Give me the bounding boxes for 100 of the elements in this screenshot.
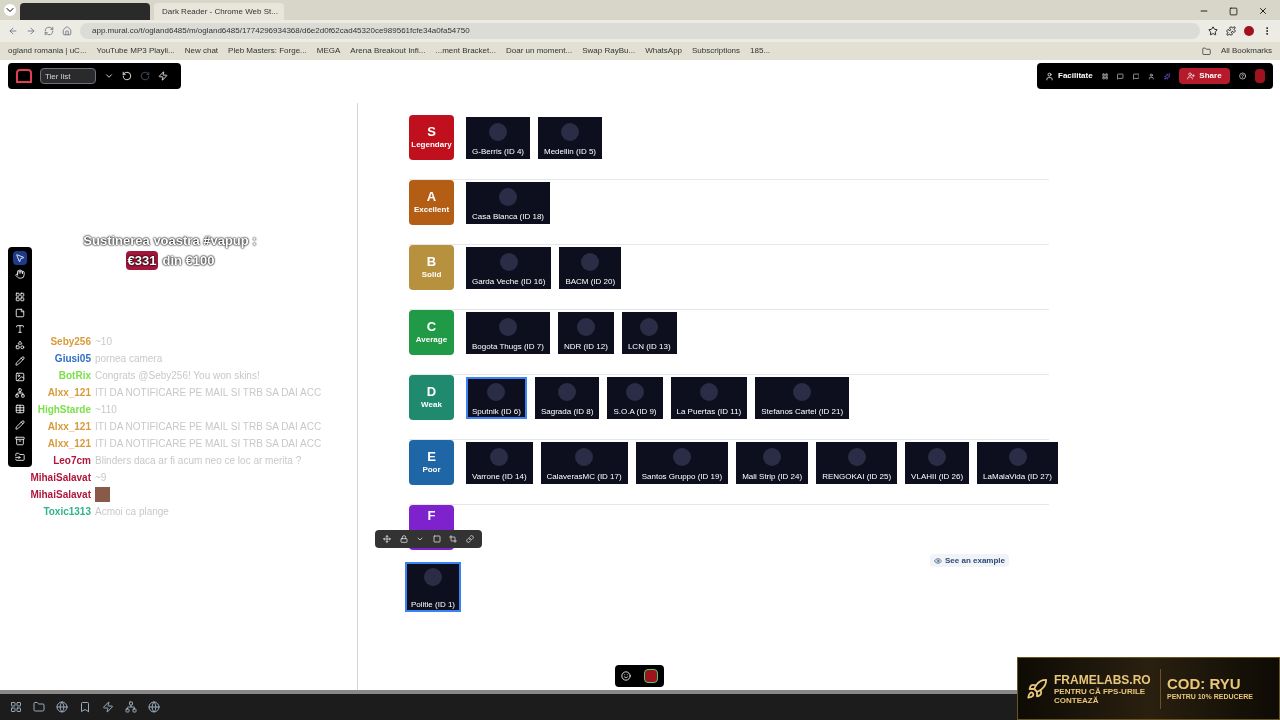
folder-icon[interactable] — [1201, 46, 1211, 56]
tier-label: Average — [415, 334, 448, 346]
bookmark-link[interactable]: YouTube MP3 Playli... — [96, 45, 175, 57]
taskbar-app-icon[interactable] — [79, 701, 91, 713]
logo-card[interactable]: Varrone (ID 14) — [466, 442, 533, 484]
smiley-icon[interactable] — [621, 671, 632, 681]
logo-name: Medellin (ID 5) — [544, 147, 596, 156]
link-icon[interactable] — [465, 535, 474, 543]
bookmark-link[interactable]: 185... — [750, 45, 771, 57]
comment-icon[interactable] — [1117, 71, 1124, 81]
facilitate-button[interactable]: Facilitate — [1045, 70, 1093, 82]
taskbar-app-icon[interactable] — [10, 701, 22, 713]
frame-icon[interactable] — [432, 535, 441, 543]
tool-icon[interactable] — [15, 404, 25, 414]
tool-icon[interactable] — [15, 292, 25, 302]
bookmark-link[interactable]: MEGA — [316, 45, 341, 57]
browser-tab[interactable]: Dark Reader - Chrome Web St... — [154, 3, 284, 20]
tab-menu-icon[interactable] — [4, 4, 16, 16]
user-avatar[interactable] — [643, 669, 658, 683]
tool-icon[interactable] — [15, 372, 25, 382]
logo-name: Santos Gruppo (ID 19) — [641, 472, 723, 481]
logo-card[interactable]: VLAHII (ID 26) — [905, 442, 970, 484]
bookmark-link[interactable]: ogland romania | uC... — [8, 45, 87, 57]
address-bar[interactable]: app.mural.co/t/ogland6485/m/ogland6485/1774296934368/d6e2d0f62cad45320ce989561fcfe34a0fa54750 — [80, 23, 1200, 39]
logo-card[interactable]: NDR (ID 12) — [557, 312, 614, 354]
tier-letter: E — [427, 449, 436, 464]
tool-icon[interactable] — [15, 452, 25, 462]
logo-card[interactable]: Mali Strip (ID 24) — [736, 442, 809, 484]
tool-icon[interactable] — [15, 340, 25, 350]
logo-card[interactable]: Garda Veche (ID 16) — [466, 247, 552, 289]
taskbar-app-icon[interactable] — [148, 701, 160, 713]
tool-icon[interactable] — [15, 308, 25, 318]
bookmark-link[interactable]: Subscriptions — [692, 45, 741, 57]
chat-username: Alxx_121 — [46, 420, 91, 434]
chat-icon[interactable] — [1132, 71, 1140, 81]
logo-image — [575, 448, 594, 466]
logo-card[interactable]: RENGOKAI (ID 25) — [816, 442, 898, 484]
all-bookmarks-link[interactable]: All Bookmarks — [1220, 45, 1272, 57]
logo-card[interactable]: CalaverasMC (ID 17) — [540, 442, 628, 484]
bookmark-link[interactable]: ...ment Bracket... — [435, 45, 496, 57]
caret-icon[interactable] — [416, 535, 425, 543]
tool-icon[interactable] — [15, 324, 25, 334]
tier-label: Solid — [421, 269, 442, 281]
close-icon[interactable] — [1258, 6, 1268, 16]
taskbar-app-icon[interactable] — [125, 701, 137, 713]
logo-card[interactable]: Casa Blanca (ID 18) — [466, 182, 551, 224]
crop-icon[interactable] — [449, 535, 458, 543]
sponsor-tagline: PENTRU CĂ FPS-URILE CONTEAZĂ — [1054, 686, 1147, 705]
taskbar-app-icon[interactable] — [33, 701, 45, 713]
bookmark-link[interactable]: Pleb Masters: Forge... — [228, 45, 307, 57]
reload-icon[interactable] — [44, 26, 54, 36]
bookmark-star-icon[interactable] — [1208, 26, 1218, 36]
logo-icon[interactable] — [16, 69, 32, 83]
bookmark-link[interactable]: New chat — [184, 45, 219, 57]
caret-icon[interactable] — [104, 71, 114, 81]
lock-icon[interactable] — [399, 535, 408, 543]
back-icon[interactable] — [8, 26, 18, 36]
forward-icon[interactable] — [26, 26, 36, 36]
logo-card[interactable]: LaMalaVida (ID 27) — [977, 442, 1058, 484]
logo-name: LCN (ID 13) — [627, 342, 671, 351]
logo-card[interactable]: Bogota Thugs (ID 7) — [466, 312, 550, 354]
sparkles-icon[interactable] — [1163, 71, 1171, 81]
logo-card[interactable]: S.O.A (ID 9) — [607, 377, 663, 419]
bookmark-link[interactable]: Doar un moment... — [505, 45, 573, 57]
board-title-field[interactable]: Tier list — [40, 68, 96, 84]
logo-name: G-Berris (ID 4) — [472, 147, 524, 156]
taskbar-app-icon[interactable] — [102, 701, 114, 713]
logo-card[interactable]: Santos Gruppo (ID 19) — [635, 442, 729, 484]
extensions-icon[interactable] — [1226, 26, 1236, 36]
lightning-icon[interactable] — [158, 71, 168, 81]
bookmark-link[interactable]: WhatsApp — [645, 45, 683, 57]
logo-card[interactable]: Sagrada (ID 8) — [534, 377, 600, 419]
logo-card[interactable]: Sputnik (ID 6) — [466, 377, 527, 419]
logo-card[interactable]: La Puertas (ID 11) — [670, 377, 748, 419]
profile-avatar[interactable] — [1244, 26, 1254, 36]
logo-card[interactable]: G-Berris (ID 4) — [466, 117, 530, 159]
hand-tool-icon[interactable] — [15, 269, 25, 279]
logo-card[interactable]: LCN (ID 13) — [621, 312, 677, 354]
tool-icon[interactable] — [15, 420, 25, 430]
logo-card[interactable]: Medellin (ID 5) — [538, 117, 602, 159]
move-icon[interactable] — [383, 535, 392, 543]
logo-card[interactable]: Politie (ID 1) — [405, 562, 461, 612]
taskbar-app-icon[interactable] — [56, 701, 68, 713]
maximize-icon[interactable] — [1229, 7, 1238, 16]
see-example-button[interactable]: See an example — [930, 554, 1010, 567]
chat-username: Leo7cm — [52, 454, 91, 468]
person-icon[interactable] — [1148, 71, 1155, 81]
undo-icon[interactable] — [122, 71, 132, 81]
bookmark-link[interactable]: Arena Breakout Infi... — [350, 45, 426, 57]
logo-name: NDR (ID 12) — [563, 342, 608, 351]
logo-card[interactable]: Stefanos Cartel (ID 21) — [755, 377, 850, 419]
logo-card[interactable]: BACM (ID 20) — [559, 247, 622, 289]
select-tool-icon[interactable] — [13, 251, 27, 265]
help-icon[interactable] — [1238, 71, 1246, 81]
share-button[interactable]: Share — [1179, 68, 1230, 84]
bookmark-link[interactable]: Swap RayBu... — [582, 45, 636, 57]
tool-icon[interactable] — [15, 356, 25, 366]
grid-icon[interactable] — [1101, 71, 1109, 81]
tool-icon[interactable] — [15, 436, 25, 446]
tool-icon[interactable] — [15, 388, 25, 398]
